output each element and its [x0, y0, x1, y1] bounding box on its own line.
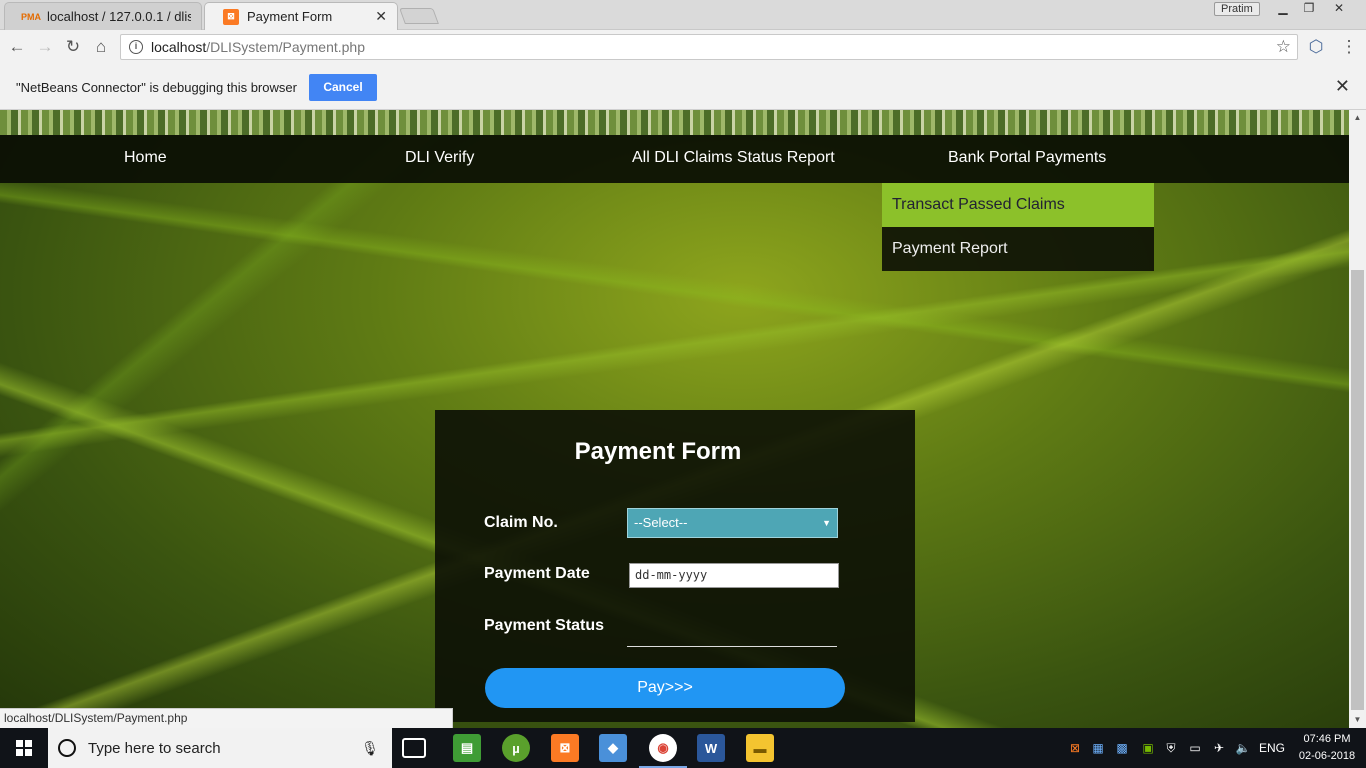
claim-no-selected-value: --Select--: [634, 515, 688, 530]
virtualbox-icon[interactable]: ◆: [599, 734, 627, 762]
new-tab-button[interactable]: [399, 8, 439, 24]
nav-home[interactable]: Home: [124, 135, 167, 183]
profile-button[interactable]: Pratim: [1214, 2, 1260, 16]
header-grass-image: [0, 110, 1349, 135]
menu-item-payment-report[interactable]: Payment Report: [882, 227, 1154, 271]
close-tab-icon[interactable]: ✕: [375, 8, 387, 25]
claim-no-select[interactable]: --Select-- ▼: [627, 508, 838, 538]
payment-status-field[interactable]: [627, 646, 837, 647]
language-indicator[interactable]: ENG: [1258, 728, 1286, 768]
restore-icon[interactable]: ❐: [1296, 0, 1322, 18]
tab-title: Payment Form: [247, 9, 333, 24]
payment-date-label: Payment Date: [484, 565, 590, 582]
nav-claims-status-report[interactable]: All DLI Claims Status Report: [632, 135, 835, 183]
tab-title: localhost / 127.0.0.1 / dlis: [47, 9, 191, 24]
close-window-icon[interactable]: ✕: [1326, 0, 1352, 18]
nvidia-tray-icon[interactable]: ▣: [1139, 728, 1157, 768]
chrome-icon[interactable]: ◉: [639, 734, 687, 768]
search-placeholder: Type here to search: [88, 739, 221, 757]
payment-date-input[interactable]: dd-mm-yyyy: [629, 563, 839, 588]
scroll-thumb[interactable]: [1351, 270, 1364, 710]
home-icon[interactable]: ⌂: [90, 36, 112, 58]
menu-item-transact-passed-claims[interactable]: Transact Passed Claims: [882, 183, 1154, 227]
claim-no-label: Claim No.: [484, 514, 558, 531]
clock-time: 07:46 PM: [1303, 733, 1351, 745]
nav-dli-verify[interactable]: DLI Verify: [405, 135, 474, 183]
tab-payment-form[interactable]: ⊠ Payment Form ✕: [204, 2, 398, 30]
menu-kebab-icon[interactable]: ⋮: [1338, 36, 1360, 58]
scroll-down-icon[interactable]: ▼: [1349, 712, 1366, 728]
airplane-mode-icon[interactable]: ✈: [1210, 728, 1228, 768]
volume-icon[interactable]: 🔈: [1234, 728, 1252, 768]
cortana-icon: [58, 739, 76, 757]
file-explorer-icon[interactable]: ▬: [746, 734, 774, 762]
microphone-icon[interactable]: 🎙: [360, 740, 380, 757]
bank-portal-dropdown: Transact Passed Claims Payment Report: [882, 183, 1154, 271]
bookmark-star-icon[interactable]: ☆: [1276, 37, 1291, 57]
payment-status-label: Payment Status: [484, 617, 605, 634]
tab-phpmyadmin[interactable]: PMA localhost / 127.0.0.1 / dlis: [4, 2, 202, 30]
back-arrow-icon[interactable]: ←: [6, 36, 28, 58]
address-bar[interactable]: i localhost/DLISystem/Payment.php ☆: [120, 34, 1298, 60]
security-tray-icon[interactable]: ⛨: [1162, 728, 1180, 768]
browser-toolbar: ← → ↻ ⌂ i localhost/DLISystem/Payment.ph…: [0, 30, 1366, 64]
scroll-up-icon[interactable]: ▲: [1349, 110, 1366, 126]
form-title: Payment Form: [574, 438, 742, 465]
cancel-debug-button[interactable]: Cancel: [309, 74, 377, 101]
page-viewport: Home DLI Verify All DLI Claims Status Re…: [0, 110, 1349, 728]
network-tray-icon[interactable]: ▦: [1089, 728, 1107, 768]
url-host: localhost: [151, 39, 207, 55]
payment-form: Payment Form Claim No. --Select-- ▼ Paym…: [435, 410, 915, 722]
forward-arrow-icon[interactable]: →: [34, 36, 56, 58]
word-icon[interactable]: W: [697, 734, 725, 762]
display-tray-icon[interactable]: ▩: [1113, 728, 1131, 768]
main-nav: Home DLI Verify All DLI Claims Status Re…: [0, 135, 1349, 183]
pay-button[interactable]: Pay>>>: [485, 668, 845, 708]
task-view-icon[interactable]: [402, 738, 426, 758]
dropdown-arrow-icon: ▼: [822, 518, 831, 528]
reload-icon[interactable]: ↻: [62, 36, 84, 58]
nav-bank-portal-payments[interactable]: Bank Portal Payments: [948, 135, 1106, 183]
xampp-tray-icon[interactable]: ⊠: [1066, 728, 1084, 768]
url-path: /DLISystem/Payment.php: [206, 39, 366, 55]
start-button[interactable]: [0, 728, 48, 768]
xampp-taskbar-icon[interactable]: ⊠: [551, 734, 579, 762]
windows-logo-icon: [16, 740, 32, 756]
clock-date: 02-06-2018: [1298, 750, 1356, 762]
battery-icon[interactable]: ▭: [1186, 728, 1204, 768]
tab-strip: PMA localhost / 127.0.0.1 / dlis ⊠ Payme…: [0, 0, 1366, 30]
phpmyadmin-icon: PMA: [21, 11, 41, 22]
infobar-message: "NetBeans Connector" is debugging this b…: [16, 80, 297, 95]
debug-infobar: "NetBeans Connector" is debugging this b…: [0, 64, 1366, 110]
minimize-icon[interactable]: ▁: [1270, 0, 1296, 18]
windows-taskbar: Type here to search 🎙 ▤ µ ⊠ ◆ ◉ W ▬ ⊠ ▦ …: [0, 728, 1366, 768]
xampp-icon: ⊠: [223, 8, 239, 25]
taskbar-clock[interactable]: 07:46 PM 02-06-2018: [1292, 731, 1362, 765]
utorrent-icon[interactable]: µ: [502, 734, 530, 762]
close-infobar-icon[interactable]: ✕: [1335, 76, 1350, 97]
notes-app-icon[interactable]: ▤: [453, 734, 481, 762]
link-status-bubble: localhost/DLISystem/Payment.php: [0, 708, 453, 728]
extension-cube-icon[interactable]: ⬡: [1305, 36, 1327, 58]
page-scrollbar[interactable]: ▲ ▼: [1349, 110, 1366, 728]
taskbar-search[interactable]: Type here to search 🎙: [48, 728, 392, 768]
info-icon[interactable]: i: [129, 40, 143, 54]
